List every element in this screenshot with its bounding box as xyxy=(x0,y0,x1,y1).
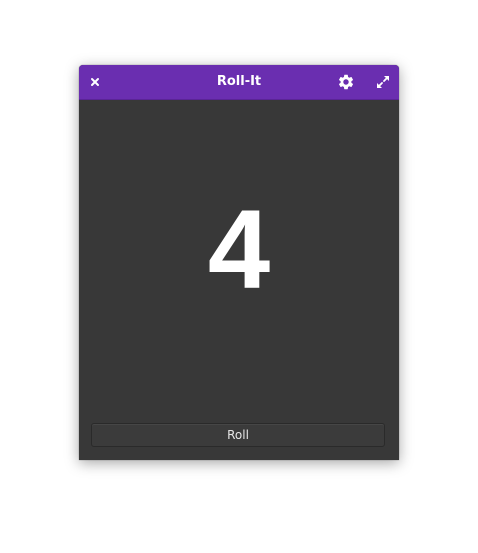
gear-icon xyxy=(338,74,354,90)
roll-result: 4 xyxy=(207,187,271,312)
close-icon xyxy=(91,78,99,86)
maximize-icon xyxy=(377,76,389,88)
settings-button[interactable] xyxy=(334,65,358,99)
app-window: Roll-It 4 Roll xyxy=(79,65,399,460)
title-bar[interactable]: Roll-It xyxy=(79,65,399,100)
window-title: Roll-It xyxy=(216,74,262,89)
maximize-button[interactable] xyxy=(372,65,394,99)
roll-button[interactable]: Roll xyxy=(91,423,385,447)
close-button[interactable] xyxy=(85,65,105,99)
